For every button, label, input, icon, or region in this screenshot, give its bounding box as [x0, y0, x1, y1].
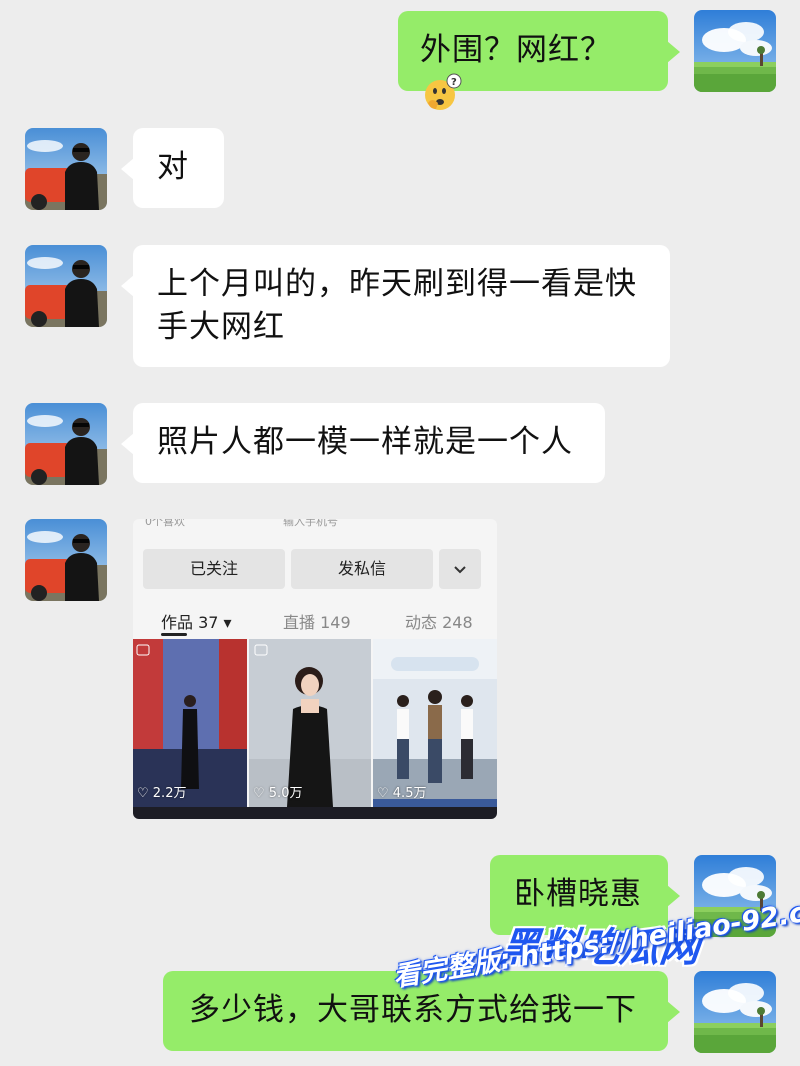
- follow-button: 已关注: [143, 549, 285, 589]
- contact-avatar[interactable]: [25, 245, 107, 327]
- video-thumbnail: ♡ 5.0万: [249, 639, 371, 807]
- message-bubble-incoming[interactable]: 照片人都一模一样就是一个人: [121, 403, 605, 483]
- tab-live: 直播 149: [283, 613, 351, 632]
- contact-avatar[interactable]: [25, 128, 107, 210]
- message-text: 对: [157, 149, 189, 185]
- my-avatar[interactable]: [694, 10, 776, 92]
- chevron-down-icon: [453, 559, 467, 578]
- svg-text:?: ?: [451, 77, 458, 88]
- tab-works: 作品 37 ▾: [161, 613, 232, 632]
- like-count: ♡ 4.5万: [377, 786, 427, 801]
- like-count: ♡ 2.2万: [137, 786, 187, 801]
- active-tab-indicator: [161, 633, 187, 636]
- video-thumbnail: ♡ 2.2万: [133, 639, 247, 807]
- contact-avatar[interactable]: [25, 519, 107, 601]
- contact-avatar[interactable]: [25, 403, 107, 485]
- clipped-text: 0个喜欢: [145, 519, 185, 528]
- screenshot-bottom-bar: [133, 807, 497, 819]
- message-bubble-outgoing[interactable]: 外围？网红？?: [398, 11, 680, 110]
- shared-profile-screenshot[interactable]: 0个喜欢 输入手机号 已关注 发私信 作品 37 ▾ 直播 149 动态 248…: [133, 519, 497, 819]
- more-dropdown-button: [439, 549, 481, 589]
- my-avatar[interactable]: [694, 971, 776, 1053]
- message-bubble-incoming[interactable]: 对: [121, 128, 224, 208]
- message-text: 照片人都一模一样就是一个人: [157, 424, 573, 460]
- message-text-line: 上个月叫的，昨天刷到得一看是快: [157, 266, 637, 302]
- like-count: ♡ 5.0万: [253, 786, 303, 801]
- message-button: 发私信: [291, 549, 433, 589]
- thinking-face-icon: ?: [422, 73, 462, 113]
- clipped-text: 输入手机号: [283, 519, 338, 528]
- message-text: 卧槽晓惠: [514, 876, 642, 912]
- message-bubble-incoming[interactable]: 上个月叫的，昨天刷到得一看是快 手大网红: [121, 245, 670, 367]
- tab-posts: 动态 248: [405, 613, 473, 632]
- message-text-line: 手大网红: [157, 309, 285, 345]
- message-text: 外围？网红？: [420, 32, 612, 68]
- video-thumbnail: ♡ 4.5万: [373, 639, 497, 807]
- message-text: 多少钱，大哥联系方式给我一下: [189, 992, 637, 1028]
